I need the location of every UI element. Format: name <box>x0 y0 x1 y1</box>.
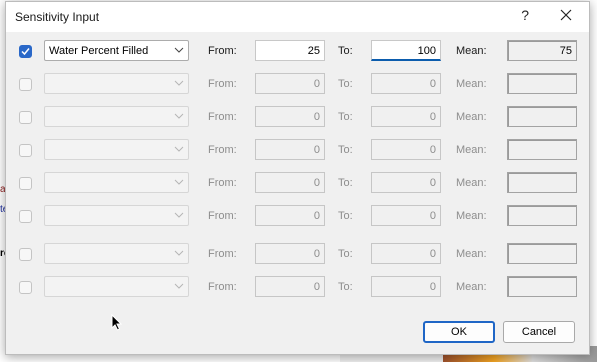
to-label: To: <box>338 281 353 293</box>
ok-button[interactable]: OK <box>423 321 495 343</box>
mean-field: 75 <box>507 40 577 61</box>
mean-label: Mean: <box>456 248 487 260</box>
mean-label: Mean: <box>456 78 487 90</box>
from-label: From: <box>208 111 237 123</box>
to-label: To: <box>338 248 353 260</box>
sensitivity-row: From: 0 To: 0 Mean: <box>6 205 589 229</box>
mean-field <box>507 172 577 193</box>
to-label: To: <box>338 45 353 57</box>
to-label: To: <box>338 111 353 123</box>
cancel-button[interactable]: Cancel <box>503 321 575 343</box>
chevron-down-icon <box>174 47 184 53</box>
chevron-down-icon <box>174 212 184 218</box>
variable-select[interactable]: Water Percent Filled <box>44 40 189 61</box>
variable-select[interactable] <box>44 172 189 193</box>
mean-label: Mean: <box>456 210 487 222</box>
from-field[interactable]: 25 <box>255 40 325 61</box>
from-label: From: <box>208 78 237 90</box>
to-label: To: <box>338 210 353 222</box>
variable-select[interactable] <box>44 106 189 127</box>
row-enable-checkbox[interactable] <box>19 248 32 261</box>
variable-select-value: Water Percent Filled <box>49 45 149 57</box>
mean-label: Mean: <box>456 111 487 123</box>
row-enable-checkbox[interactable] <box>19 177 32 190</box>
from-label: From: <box>208 281 237 293</box>
from-label: From: <box>208 177 237 189</box>
from-field[interactable]: 0 <box>255 243 325 264</box>
from-label: From: <box>208 248 237 260</box>
sensitivity-row: From: 0 To: 0 Mean: <box>6 243 589 267</box>
from-label: From: <box>208 45 237 57</box>
chevron-down-icon <box>174 113 184 119</box>
row-enable-checkbox[interactable] <box>19 210 32 223</box>
variable-select[interactable] <box>44 73 189 94</box>
mean-field <box>507 106 577 127</box>
close-icon <box>560 9 572 21</box>
from-label: From: <box>208 210 237 222</box>
to-field[interactable]: 0 <box>371 205 441 226</box>
checkmark-icon <box>21 48 30 56</box>
to-label: To: <box>338 177 353 189</box>
chevron-down-icon <box>174 146 184 152</box>
row-enable-checkbox[interactable] <box>19 45 32 58</box>
help-button[interactable]: ? <box>521 7 529 23</box>
to-field[interactable]: 0 <box>371 243 441 264</box>
row-enable-checkbox[interactable] <box>19 144 32 157</box>
to-field[interactable]: 0 <box>371 106 441 127</box>
to-field[interactable]: 0 <box>371 139 441 160</box>
mean-label: Mean: <box>456 177 487 189</box>
mean-label: Mean: <box>456 281 487 293</box>
to-field[interactable]: 0 <box>371 73 441 94</box>
sensitivity-row: Water Percent Filled From: 25 To: 100 Mean: 75 <box>6 40 589 64</box>
sensitivity-row: From: 0 To: 0 Mean: <box>6 73 589 97</box>
variable-select[interactable] <box>44 139 189 160</box>
mouse-pointer-icon <box>111 314 123 331</box>
chevron-down-icon <box>174 179 184 185</box>
mean-field <box>507 139 577 160</box>
from-label: From: <box>208 144 237 156</box>
row-enable-checkbox[interactable] <box>19 281 32 294</box>
mean-field <box>507 243 577 264</box>
from-field[interactable]: 0 <box>255 139 325 160</box>
row-enable-checkbox[interactable] <box>19 111 32 124</box>
sensitivity-row: From: 0 To: 0 Mean: <box>6 106 589 130</box>
mean-field <box>507 276 577 297</box>
variable-select[interactable] <box>44 243 189 264</box>
variable-select[interactable] <box>44 205 189 226</box>
chevron-down-icon <box>174 283 184 289</box>
close-button[interactable] <box>555 4 577 26</box>
chevron-down-icon <box>174 250 184 256</box>
to-field[interactable]: 0 <box>371 276 441 297</box>
chevron-down-icon <box>174 80 184 86</box>
from-field[interactable]: 0 <box>255 172 325 193</box>
sensitivity-row: From: 0 To: 0 Mean: <box>6 276 589 300</box>
mean-label: Mean: <box>456 144 487 156</box>
from-field[interactable]: 0 <box>255 205 325 226</box>
to-field[interactable]: 100 <box>371 40 441 61</box>
sensitivity-input-dialog: Sensitivity Input ? Water Percent Filled… <box>5 1 590 355</box>
mean-label: Mean: <box>456 45 487 57</box>
to-field[interactable]: 0 <box>371 172 441 193</box>
title-bar: Sensitivity Input ? <box>6 2 589 32</box>
variable-select[interactable] <box>44 276 189 297</box>
from-field[interactable]: 0 <box>255 73 325 94</box>
sensitivity-row: From: 0 To: 0 Mean: <box>6 139 589 163</box>
mean-field <box>507 73 577 94</box>
mean-field <box>507 205 577 226</box>
from-field[interactable]: 0 <box>255 276 325 297</box>
dialog-title: Sensitivity Input <box>15 10 100 24</box>
from-field[interactable]: 0 <box>255 106 325 127</box>
sensitivity-row: From: 0 To: 0 Mean: <box>6 172 589 196</box>
to-label: To: <box>338 78 353 90</box>
row-enable-checkbox[interactable] <box>19 78 32 91</box>
to-label: To: <box>338 144 353 156</box>
